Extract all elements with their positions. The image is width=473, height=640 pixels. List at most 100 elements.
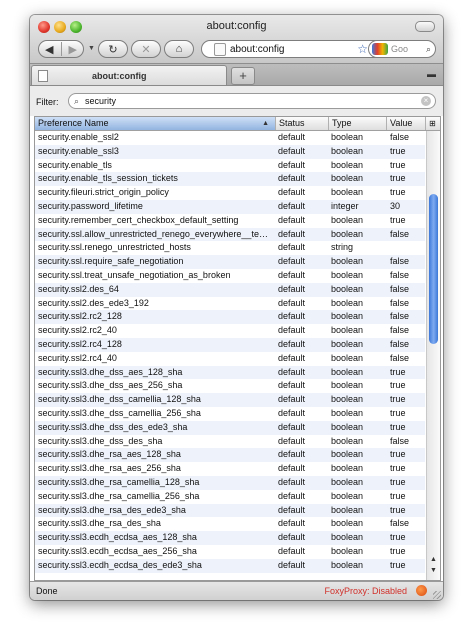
table-row[interactable]: security.ssl3.dhe_rsa_aes_256_sha default… xyxy=(35,462,425,476)
pref-type-cell: integer xyxy=(331,200,359,211)
pref-status-cell: default xyxy=(278,504,306,515)
pref-value-cell: true xyxy=(390,173,406,184)
filter-input[interactable]: ⌕ security × xyxy=(68,93,436,109)
stop-button[interactable]: ✕ xyxy=(131,40,161,58)
pref-type-cell: boolean xyxy=(331,187,364,198)
pref-name-cell: security.fileuri.strict_origin_policy xyxy=(38,187,169,198)
table-row[interactable]: security.ssl3.dhe_dss_des_sha default bool… xyxy=(35,435,425,449)
table-row[interactable]: security.ssl.require_safe_negotiation def… xyxy=(35,255,425,269)
filter-value[interactable]: security xyxy=(85,96,116,106)
url-bar[interactable]: about:config ☆ ▼ xyxy=(201,40,385,58)
table-row[interactable]: security.ssl3.dhe_dss_camellia_128_sha de… xyxy=(35,393,425,407)
tab-about-config[interactable]: about:config xyxy=(31,65,227,85)
home-icon: ⌂ xyxy=(175,43,183,55)
pref-type-cell: boolean xyxy=(331,559,364,570)
pref-name-cell: security.ssl.require_safe_negotiation xyxy=(38,256,184,267)
pref-type-cell: boolean xyxy=(331,325,364,336)
toolbar-toggle-button[interactable] xyxy=(415,21,435,32)
pref-status-cell: default xyxy=(278,269,306,280)
table-row[interactable]: security.ssl3.ecdh_ecdsa_des_ede3_sha def… xyxy=(35,558,425,573)
history-dropdown-icon[interactable]: ▼ xyxy=(88,45,95,52)
pref-value-cell: true xyxy=(390,476,406,487)
column-header-status[interactable]: Status xyxy=(276,117,329,130)
pref-value-cell: 30 xyxy=(390,200,401,211)
table-row[interactable]: security.remember_cert_checkbox_default_… xyxy=(35,214,425,228)
table-row[interactable]: security.ssl2.des_64 default boolean false xyxy=(35,282,425,297)
column-header-value[interactable]: Value xyxy=(387,117,426,130)
resize-grip-icon[interactable] xyxy=(433,591,441,599)
pref-name-cell: security.password_lifetime xyxy=(38,200,143,211)
pref-name-cell: security.enable_ssl2 xyxy=(38,132,119,142)
table-row[interactable]: security.ssl.allow_unrestricted_renego_e… xyxy=(35,227,425,242)
pref-name-cell: security.enable_tls xyxy=(38,159,112,170)
forward-arrow-icon[interactable]: ▶ xyxy=(69,43,77,56)
reload-button[interactable]: ↻ xyxy=(98,40,128,58)
pref-status-cell: default xyxy=(278,132,306,142)
table-row[interactable]: security.ssl2.rc2_40 default boolean false xyxy=(35,324,425,338)
star-icon[interactable]: ☆ xyxy=(357,42,368,56)
table-row[interactable]: security.ssl2.rc4_128 default boolean false xyxy=(35,337,425,352)
search-box[interactable]: Goo ⌕ xyxy=(368,40,436,58)
clear-filter-icon[interactable]: × xyxy=(421,96,431,106)
foxyproxy-icon[interactable] xyxy=(416,585,427,596)
table-row[interactable]: security.password_lifetime default integer… xyxy=(35,199,425,214)
pref-type-cell: boolean xyxy=(331,283,364,294)
pref-type-cell: boolean xyxy=(331,504,364,515)
foxyproxy-status[interactable]: FoxyProxy: Disabled xyxy=(324,586,407,596)
pref-value-cell: true xyxy=(390,159,406,170)
vertical-scrollbar[interactable]: ▲ ▼ xyxy=(426,131,440,580)
page-icon xyxy=(214,42,226,56)
scroll-up-icon[interactable]: ▲ xyxy=(428,556,439,567)
table-row[interactable]: security.ssl3.dhe_rsa_camellia_128_sha de… xyxy=(35,475,425,490)
table-row[interactable]: security.ssl3.dhe_rsa_des_sha default bool… xyxy=(35,517,425,531)
pref-status-cell: default xyxy=(278,490,306,501)
table-row[interactable]: security.ssl.renego_unrestricted_hosts de… xyxy=(35,241,425,255)
scrollbar-thumb[interactable] xyxy=(429,194,438,344)
table-row[interactable]: security.enable_ssl3 default boolean true xyxy=(35,144,425,159)
scroll-down-icon[interactable]: ▼ xyxy=(428,567,439,578)
home-button[interactable]: ⌂ xyxy=(164,40,194,58)
google-icon[interactable] xyxy=(372,43,388,55)
table-row[interactable]: security.ssl2.rc2_128 default boolean false xyxy=(35,310,425,325)
pref-status-cell: default xyxy=(278,187,306,198)
table-row[interactable]: security.enable_tls default boolean true xyxy=(35,159,425,173)
table-row[interactable]: security.enable_ssl2 default boolean false xyxy=(35,131,425,145)
back-forward-button[interactable]: ◀ ▶ xyxy=(38,40,84,58)
pref-value-cell: true xyxy=(390,532,406,543)
pref-name-cell: security.ssl2.des_64 xyxy=(38,283,119,294)
table-row[interactable]: security.ssl3.ecdh_ecdsa_aes_128_sha defa… xyxy=(35,531,425,545)
search-placeholder[interactable]: Goo xyxy=(391,44,408,54)
tab-list-icon[interactable]: ▬ xyxy=(427,69,436,79)
column-header-type[interactable]: Type xyxy=(329,117,387,130)
table-row[interactable]: security.ssl2.rc4_40 default boolean false xyxy=(35,352,425,366)
table-row[interactable]: security.ssl2.des_ede3_192 default boolean… xyxy=(35,297,425,311)
pref-type-cell: boolean xyxy=(331,532,364,543)
pref-value-cell: false xyxy=(390,228,410,239)
table-row[interactable]: security.ssl3.dhe_dss_aes_128_sha default… xyxy=(35,365,425,380)
table-header: Preference Name ▲ Status Type Value ⊞ xyxy=(35,117,440,131)
url-text[interactable]: about:config xyxy=(230,44,285,55)
pref-name-cell: security.ssl.treat_unsafe_negotiation_as… xyxy=(38,269,231,280)
table-row[interactable]: security.ssl3.dhe_dss_aes_256_sha default… xyxy=(35,379,425,393)
column-picker-icon[interactable]: ⊞ xyxy=(426,117,440,130)
table-row[interactable]: security.fileuri.strict_origin_policy def… xyxy=(35,186,425,200)
table-row[interactable]: security.ssl3.dhe_dss_des_ede3_sha defaul… xyxy=(35,420,425,435)
table-row[interactable]: security.ssl3.ecdh_ecdsa_aes_256_sha defa… xyxy=(35,545,425,559)
back-arrow-icon[interactable]: ◀ xyxy=(45,43,53,56)
search-icon[interactable]: ⌕ xyxy=(426,44,431,55)
pref-type-cell: boolean xyxy=(331,256,364,267)
new-tab-button[interactable]: + xyxy=(231,67,255,85)
status-bar: Done FoxyProxy: Disabled xyxy=(30,581,443,600)
table-row[interactable]: security.ssl3.dhe_rsa_des_ede3_sha defaul… xyxy=(35,503,425,518)
reload-icon: ↻ xyxy=(108,43,118,56)
table-row[interactable]: security.ssl3.dhe_rsa_aes_128_sha default… xyxy=(35,448,425,463)
table-row[interactable]: security.ssl3.dhe_dss_camellia_256_sha de… xyxy=(35,407,425,421)
table-row[interactable]: security.enable_tls_session_tickets defau… xyxy=(35,172,425,187)
pref-value-cell: false xyxy=(390,325,410,336)
table-row[interactable]: security.ssl.treat_unsafe_negotiation_as… xyxy=(35,269,425,283)
pref-type-cell: boolean xyxy=(331,132,364,142)
pref-status-cell: default xyxy=(278,228,306,239)
divider xyxy=(60,42,62,56)
column-header-name[interactable]: Preference Name ▲ xyxy=(35,117,276,130)
table-row[interactable]: security.ssl3.dhe_rsa_camellia_256_sha de… xyxy=(35,490,425,504)
